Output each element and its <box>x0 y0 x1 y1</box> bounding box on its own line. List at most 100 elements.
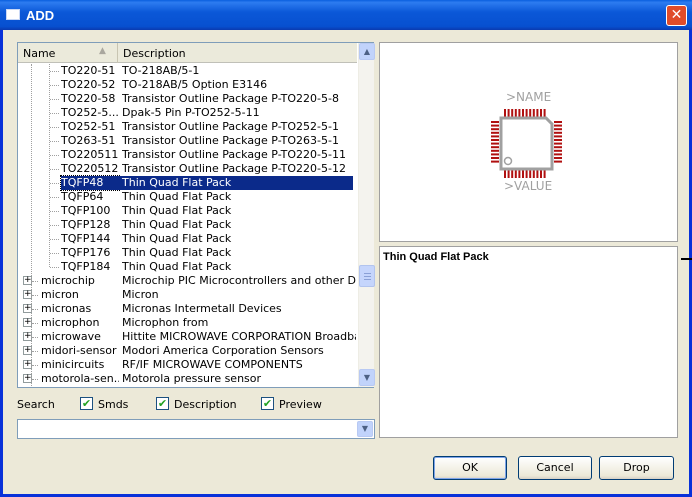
row-description: Transistor Outline Package P-TO220-5-8 <box>122 92 339 105</box>
description-text: Thin Quad Flat Pack <box>383 251 489 263</box>
row-name: TO220512 <box>61 162 119 175</box>
thumb-grip <box>364 279 371 280</box>
window-icon <box>6 9 20 20</box>
sort-ascending-icon: ▲ <box>99 46 106 56</box>
library-tree-list[interactable]: Name ▲ Description TO220-51 TO-218AB/5-1 T… <box>17 42 375 388</box>
tree-item-row[interactable]: TQFP64 Thin Quad Flat Pack <box>18 190 357 204</box>
row-description: Thin Quad Flat Pack <box>122 218 232 231</box>
tree-item-row[interactable]: TO220-51 TO-218AB/5-1 <box>18 64 357 78</box>
smd-pad <box>504 170 506 178</box>
row-description: Microchip PIC Microcontrollers and other… <box>122 274 356 287</box>
pin1-marker <box>503 156 513 166</box>
smd-pad <box>554 135 562 138</box>
row-name: TO220-52 <box>61 78 116 91</box>
title-bar[interactable]: ADD ✕ <box>0 0 692 30</box>
tree-group-row[interactable]: + micron Micron <box>18 288 357 302</box>
row-description: Microphon from <box>122 316 209 329</box>
tree-group-row[interactable]: + microchip Microchip PIC Microcontrollers… <box>18 274 357 288</box>
row-name: TQFP176 <box>61 246 111 259</box>
tree-item-row[interactable]: TQFP128 Thin Quad Flat Pack <box>18 218 357 232</box>
smds-checkbox-label[interactable]: Smds <box>98 398 128 411</box>
tree-group-row[interactable]: + midori-sensor Modori America Corporation… <box>18 344 357 358</box>
tree-connector <box>50 71 59 72</box>
ok-button[interactable]: OK <box>433 456 507 480</box>
cancel-button[interactable]: Cancel <box>518 456 592 480</box>
tree-connector <box>32 323 38 324</box>
tree-item-row[interactable]: TQFP100 Thin Quad Flat Pack <box>18 204 357 218</box>
column-header-description[interactable]: Description <box>119 43 357 63</box>
tree-item-row[interactable]: TQFP176 Thin Quad Flat Pack <box>18 246 357 260</box>
row-name: micron <box>41 288 79 301</box>
combobox-dropdown-button[interactable]: ▼ <box>357 421 373 437</box>
row-description: RF/IF MICROWAVE COMPONENTS <box>122 358 303 371</box>
column-header-description-label: Description <box>123 47 186 60</box>
row-description: Transistor Outline Package P-TO252-5-1 <box>122 120 339 133</box>
tree-item-row[interactable]: TO220511 Transistor Outline Package P-TO2… <box>18 148 357 162</box>
list-scrollbar[interactable]: ▲ ▼ <box>358 43 375 387</box>
drop-button[interactable]: Drop <box>599 456 674 480</box>
description-checkbox-label[interactable]: Description <box>174 398 237 411</box>
column-header-name[interactable]: Name ▲ <box>18 43 118 63</box>
row-description: Modori America Corporation Sensors <box>122 344 324 357</box>
tree-connector <box>50 239 59 240</box>
row-description: Dpak-5 Pin P-TO252-5-11 <box>122 106 260 119</box>
tree-item-row[interactable]: TO220-58 Transistor Outline Package P-TO2… <box>18 92 357 106</box>
smd-pad <box>532 170 535 178</box>
row-name: TQFP100 <box>61 204 111 217</box>
search-combobox[interactable]: ▼ <box>17 419 375 439</box>
tree-group-row[interactable]: + micronas Micronas Intermetall Devices <box>18 302 357 316</box>
tree-connector <box>32 281 38 282</box>
row-name: TQFP144 <box>61 232 111 245</box>
tree-guide-line <box>31 64 32 386</box>
window-title: ADD <box>26 8 55 23</box>
row-description: Thin Quad Flat Pack <box>122 260 232 273</box>
tree-group-row[interactable]: + motorola-sen... Motorola pressure sensor <box>18 372 357 386</box>
row-name: TO220-58 <box>61 92 116 105</box>
tree-item-row[interactable]: TQFP184 Thin Quad Flat Pack <box>18 260 357 274</box>
smd-pad <box>507 170 510 178</box>
tree-item-row[interactable]: TQFP48 Thin Quad Flat Pack <box>18 175 357 191</box>
tree-group-row[interactable]: + minicircuits RF/IF MICROWAVE COMPONENTS <box>18 358 357 372</box>
tree-connector <box>32 295 38 296</box>
scroll-thumb[interactable] <box>359 265 375 287</box>
smd-pad <box>491 135 499 138</box>
tree-group-row[interactable]: + microphon Microphon from <box>18 316 357 330</box>
description-checkbox[interactable]: ✔ <box>156 397 169 410</box>
tree-item-row[interactable]: TO263-51 Transistor Outline Package P-TO2… <box>18 134 357 148</box>
smd-pad <box>491 131 499 134</box>
tree-connector <box>32 351 38 352</box>
smd-pad <box>554 157 562 159</box>
tree-connector <box>50 113 59 114</box>
tree-rows: TO220-51 TO-218AB/5-1 TO220-52 TO-218AB/5 O… <box>18 64 357 387</box>
row-description: Motorola pressure sensor <box>122 372 262 385</box>
row-name: TO220-51 <box>61 64 116 77</box>
row-name: TQFP184 <box>61 260 111 273</box>
tree-group-row[interactable]: + microwave Hittite MICROWAVE CORPORATION … <box>18 330 357 344</box>
scroll-down-button[interactable]: ▼ <box>359 369 375 386</box>
smd-pad <box>507 109 510 117</box>
preview-checkbox-label[interactable]: Preview <box>279 398 322 411</box>
preview-checkbox[interactable]: ✔ <box>261 397 274 410</box>
package-footprint-drawing: >NAME >VALUE <box>491 90 562 193</box>
row-name: TQFP64 <box>61 190 104 203</box>
tree-item-row[interactable]: TO220-52 TO-218AB/5 Option E3146 <box>18 78 357 92</box>
scroll-up-button[interactable]: ▲ <box>359 43 375 60</box>
close-button[interactable]: ✕ <box>666 5 687 26</box>
smd-pad <box>518 109 521 117</box>
tree-item-row[interactable]: TO252-5... Dpak-5 Pin P-TO252-5-11 <box>18 106 357 120</box>
column-header-name-label: Name <box>23 47 56 60</box>
row-name: TO252-51 <box>61 120 116 133</box>
tree-connector <box>32 379 38 380</box>
tree-item-row[interactable]: TO220512 Transistor Outline Package P-TO2… <box>18 162 357 176</box>
row-description: Hittite MICROWAVE CORPORATION Broadban..… <box>122 330 356 343</box>
smd-pad <box>554 146 562 149</box>
thumb-grip <box>364 276 371 277</box>
smds-checkbox[interactable]: ✔ <box>80 397 93 410</box>
row-description: Transistor Outline Package P-TO220-5-12 <box>122 162 346 175</box>
smd-pad <box>491 139 499 141</box>
tree-item-row[interactable]: TO252-51 Transistor Outline Package P-TO2… <box>18 120 357 134</box>
row-description: Thin Quad Flat Pack <box>119 176 353 190</box>
smd-pad <box>554 142 562 145</box>
row-description: Thin Quad Flat Pack <box>122 190 232 203</box>
tree-item-row[interactable]: TQFP144 Thin Quad Flat Pack <box>18 232 357 246</box>
